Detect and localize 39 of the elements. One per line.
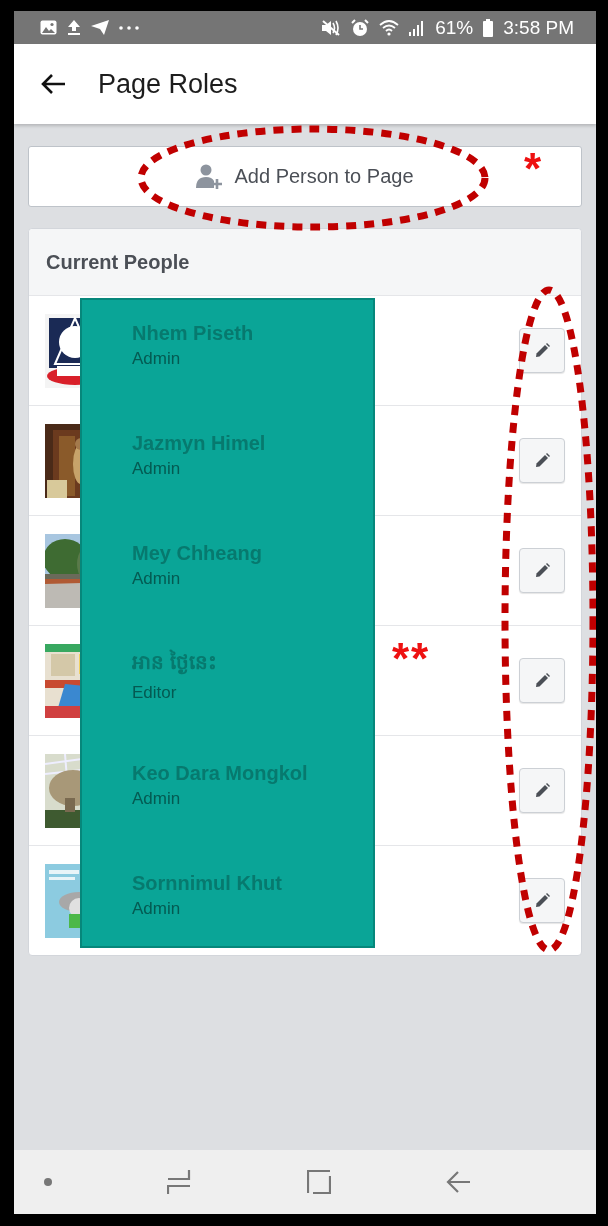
pencil-icon [534,563,550,578]
person-role: Admin [132,789,181,809]
back-button[interactable] [40,73,66,95]
edit-button[interactable] [519,658,565,703]
person-role: Editor [132,682,177,703]
annotation-asterisk: ** [392,641,431,677]
pencil-icon [534,673,550,688]
person-role: Admin [132,569,181,589]
person-role: Admin [132,459,181,479]
more-icon [119,25,139,30]
signal-icon [409,19,426,36]
battery-icon [483,18,494,37]
add-person-icon [196,163,223,190]
section-title: Current People [46,250,190,274]
edit-button[interactable] [519,328,565,373]
image-icon [40,20,57,35]
edit-button[interactable] [519,878,565,923]
back-icon[interactable] [446,1170,470,1194]
pencil-icon [534,783,550,798]
dot-icon[interactable] [44,1178,52,1186]
pencil-icon [534,453,550,468]
person-role: Admin [132,349,181,369]
home-icon[interactable] [306,1170,331,1194]
edit-button[interactable] [519,548,565,593]
mute-icon [322,19,342,36]
edit-button[interactable] [519,438,565,483]
page-title: Page Roles [98,68,238,100]
recent-apps-icon[interactable] [167,1169,192,1195]
wifi-icon [379,19,400,36]
edit-button[interactable] [519,768,565,813]
clock-time: 3:58 PM [503,16,574,39]
upload-icon [67,20,81,35]
pencil-icon [534,893,550,908]
person-role: Admin [132,899,181,919]
battery-percentage: 61% [435,16,474,39]
annotation-asterisk: * [524,151,544,187]
pencil-icon [534,343,550,358]
paper-plane-icon [91,20,109,35]
alarm-icon [351,18,370,37]
